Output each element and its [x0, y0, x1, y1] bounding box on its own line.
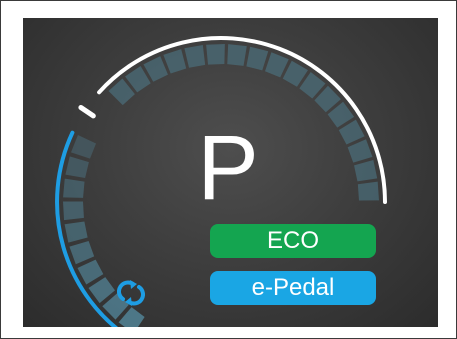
power-segment — [246, 46, 269, 71]
charge-segment — [65, 156, 89, 179]
charge-segment — [64, 221, 88, 243]
regeneration-arrows-icon — [117, 280, 145, 306]
power-segment — [265, 52, 289, 78]
power-segment — [206, 44, 225, 65]
e-pedal-badge: e-Pedal — [210, 271, 376, 305]
power-segment — [163, 49, 187, 74]
charge-segment — [63, 178, 85, 198]
charge-segment — [77, 259, 104, 285]
power-segment — [227, 44, 247, 66]
instrument-screen: P ECO e-Pedal — [23, 18, 438, 327]
gear-indicator: P — [197, 117, 259, 219]
charge-segment — [69, 240, 95, 265]
power-segment — [357, 181, 379, 201]
power-segment — [184, 45, 206, 68]
power-segment — [347, 139, 373, 163]
charge-segment — [70, 134, 97, 159]
display-frame: P ECO e-Pedal — [0, 0, 457, 339]
charge-segment — [63, 201, 84, 221]
power-segment — [354, 160, 378, 182]
drive-mode-badge: ECO — [210, 224, 376, 258]
zero-marker — [78, 104, 96, 119]
